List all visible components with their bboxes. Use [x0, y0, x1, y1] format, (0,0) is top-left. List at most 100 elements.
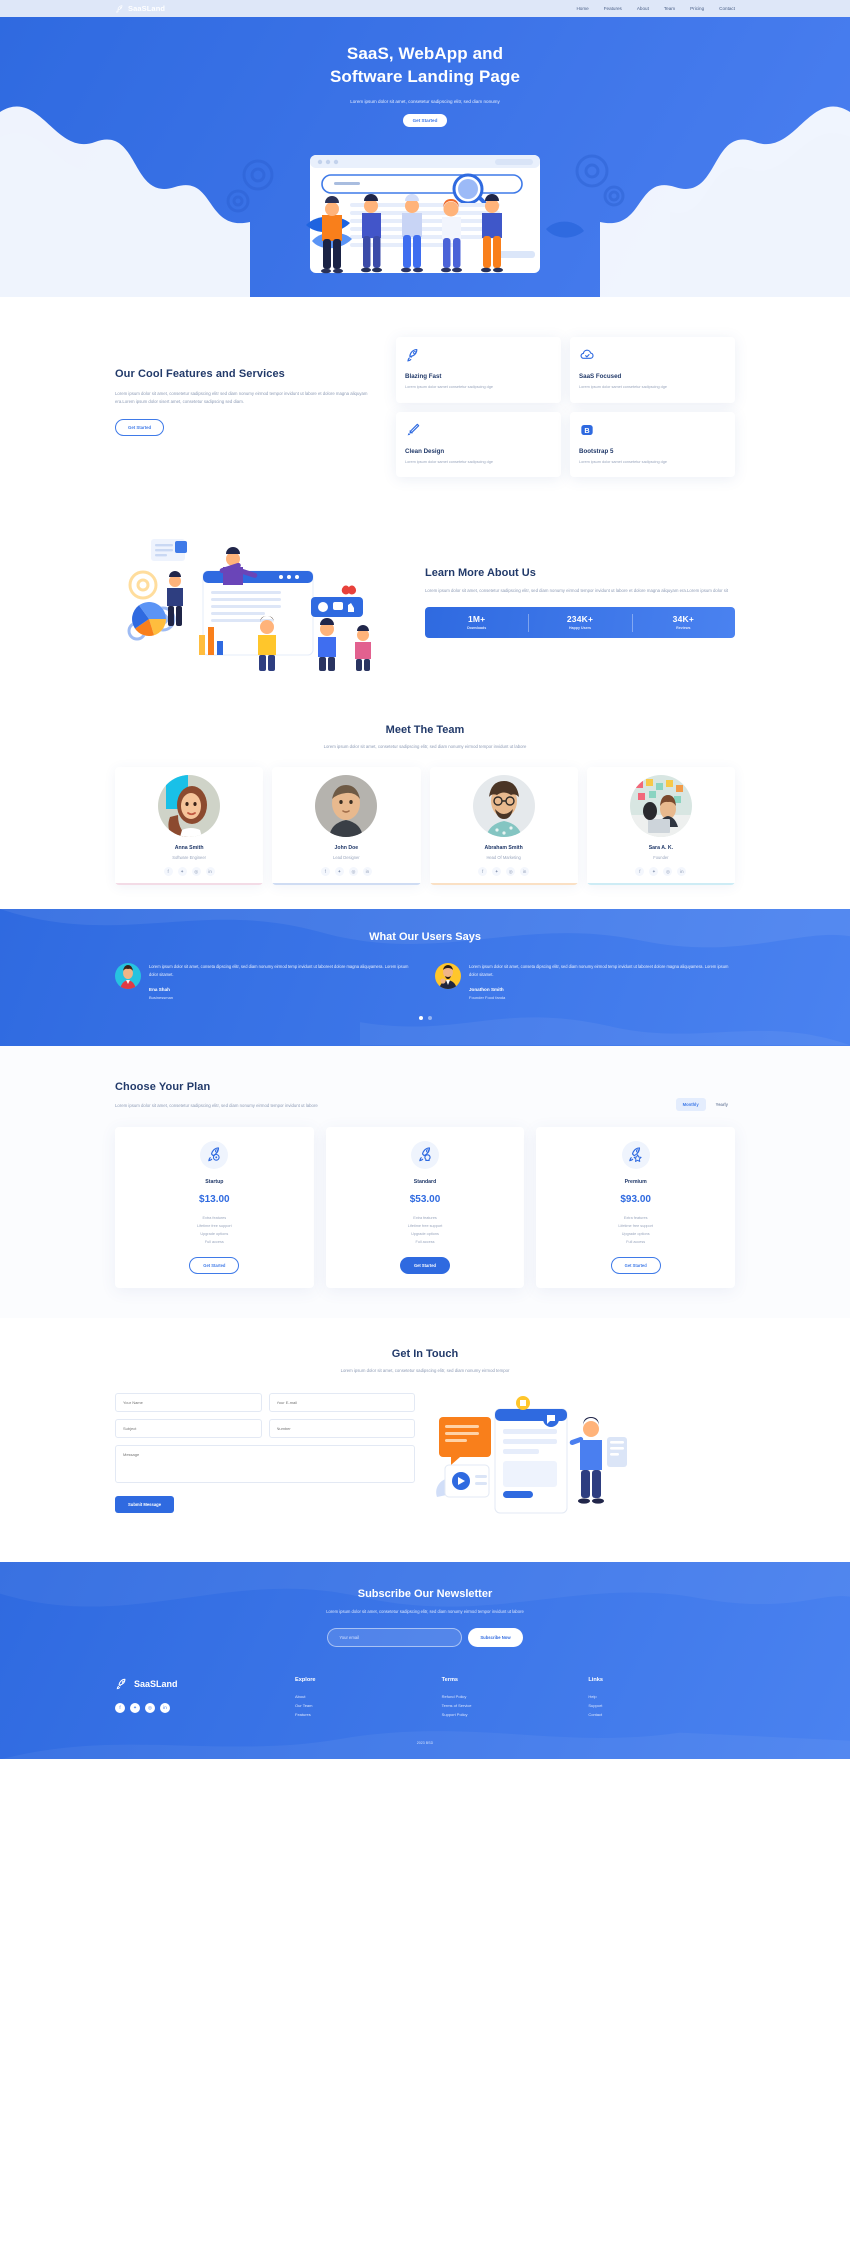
plan-name: Premium [624, 1178, 647, 1185]
number-input[interactable] [268, 1418, 415, 1438]
instagram-icon[interactable]: ◎ [145, 1702, 155, 1713]
team-member-card[interactable]: John Doe Lead Designer f ✦ ◎ in [272, 767, 421, 886]
plan-features: Extra features Lifetime free support Upg… [115, 1215, 314, 1247]
about-analytics-illustration [127, 539, 371, 672]
twitter-icon[interactable]: ✦ [130, 1702, 140, 1713]
plan-get-started-button[interactable]: Get Started [399, 1256, 451, 1274]
team-member-card[interactable]: Anna Smith Software Engineer f ✦ ◎ in [115, 767, 264, 886]
member-name: Abraham Smith [484, 845, 523, 852]
feature-title: SaaS Focused [579, 373, 622, 380]
nav-link-pricing[interactable]: Pricing [690, 6, 704, 11]
pricing-plan-card[interactable]: Startup $13.00 Extra features Lifetime f… [115, 1126, 314, 1288]
linkedin-icon[interactable]: in [160, 1702, 170, 1713]
avatar [472, 775, 535, 838]
pagination-dot-2[interactable] [427, 1015, 432, 1020]
instagram-icon[interactable]: ◎ [506, 867, 516, 877]
brand-logo-link[interactable]: SaaSLand [115, 4, 165, 14]
footer-brand-link[interactable]: SaaSLand [115, 1677, 295, 1691]
subject-input[interactable] [115, 1418, 262, 1438]
person-yellow-center [258, 616, 276, 672]
plan-price: $53.00 [409, 1193, 441, 1205]
facebook-icon[interactable]: f [320, 867, 330, 877]
subscribe-now-button[interactable]: Subscribe Now [468, 1627, 523, 1647]
testimonial-role: Founder Food fanda [469, 994, 506, 1000]
nav-link-about[interactable]: About [637, 6, 649, 11]
footer-link[interactable]: Support Policy [442, 1710, 589, 1719]
newsletter-email-input[interactable] [327, 1627, 463, 1647]
linkedin-icon[interactable]: in [205, 867, 215, 877]
member-role: Lead Designer [333, 855, 360, 861]
newsletter-block: Subscribe Our Newsletter Lorem ipsum dol… [115, 1588, 735, 1647]
footer-link[interactable]: Terms of Service [442, 1701, 589, 1710]
pagination-dot-1[interactable] [418, 1015, 423, 1020]
feature-title: Blazing Fast [405, 373, 442, 380]
footer-link[interactable]: About [295, 1692, 442, 1701]
footer-link[interactable]: Our Team [295, 1701, 442, 1710]
hero-title-line-2: Software Landing Page [329, 66, 521, 86]
footer-link[interactable]: Help [588, 1692, 735, 1701]
instagram-icon[interactable]: ◎ [663, 867, 673, 877]
stat-value: 34K+ [672, 614, 694, 625]
paint-brush-icon [407, 423, 420, 435]
footer-link[interactable]: Features [295, 1710, 442, 1719]
email-input[interactable] [268, 1392, 415, 1412]
about-title: Learn More About Us [425, 567, 536, 580]
name-input[interactable] [115, 1392, 262, 1412]
footer-link[interactable]: Support [588, 1701, 735, 1710]
twitter-icon[interactable]: ✦ [649, 867, 659, 877]
features-text: Lorem ipsum dolor sit amet, consetetur s… [115, 390, 368, 405]
instagram-icon[interactable]: ◎ [348, 867, 358, 877]
cloud-check-icon [580, 349, 594, 359]
linkedin-icon[interactable]: in [677, 867, 687, 877]
feature-title: Clean Design [405, 447, 445, 455]
feature-card[interactable]: SaaS Focused Lorem ipsum dolor samet con… [570, 337, 735, 403]
nav-link-features[interactable]: Features [604, 6, 622, 11]
features-get-started-button[interactable]: Get Started [115, 418, 165, 436]
stat-value: 1M+ [467, 614, 486, 625]
team-card-accent [586, 883, 735, 886]
linkedin-icon[interactable]: in [362, 867, 372, 877]
plan-get-started-button[interactable]: Get Started [610, 1256, 661, 1274]
feature-card[interactable]: B Bootstrap 5 Lorem ipsum dolor samet co… [570, 411, 735, 478]
submit-message-button[interactable]: Submit Message [115, 1495, 175, 1513]
team-member-card[interactable]: Sara A. K. Founder f ✦ ◎ in [586, 767, 735, 886]
features-intro: Our Cool Features and Services Lorem ips… [115, 337, 370, 436]
twitter-icon[interactable]: ✦ [334, 867, 344, 877]
message-textarea[interactable] [115, 1444, 415, 1483]
feature-card[interactable]: Clean Design Lorem ipsum dolor samet con… [396, 411, 561, 478]
twitter-icon[interactable]: ✦ [492, 867, 502, 877]
hero-illustration [0, 133, 850, 283]
twitter-icon[interactable]: ✦ [177, 867, 187, 877]
testimonial-name: Ena Shah [149, 986, 170, 992]
footer-link[interactable]: Contact [588, 1710, 735, 1719]
feature-card[interactable]: Blazing Fast Lorem ipsum dolor samet con… [396, 337, 561, 403]
plan-feature: Upgrade options [411, 1231, 439, 1236]
plan-get-started-button[interactable]: Get Started [189, 1256, 240, 1274]
hero-title-line-1: SaaS, WebApp and [346, 44, 504, 63]
pricing-plan-card[interactable]: Standard $53.00 Extra features Lifetime … [325, 1126, 525, 1288]
footer-section: Subscribe Our Newsletter Lorem ipsum dol… [0, 1561, 850, 1760]
hero-get-started-button[interactable]: Get Started [402, 114, 448, 128]
pricing-plan-card[interactable]: Premium $93.00 Extra features Lifetime f… [536, 1126, 736, 1288]
plan-features: Extra features Lifetime free support Upg… [326, 1215, 525, 1247]
facebook-icon[interactable]: f [115, 1702, 125, 1713]
facebook-icon[interactable]: f [635, 867, 645, 877]
avatar-abraham-smith [472, 775, 535, 838]
footer-link[interactable]: Refund Policy [442, 1692, 589, 1701]
toggle-monthly[interactable]: Monthly [675, 1097, 706, 1111]
nav-link-home[interactable]: Home [576, 6, 588, 11]
toggle-yearly[interactable]: Yearly [709, 1098, 735, 1111]
contact-title: Get In Touch [391, 1347, 459, 1360]
facebook-icon[interactable]: f [163, 867, 173, 877]
instagram-icon[interactable]: ◎ [191, 867, 201, 877]
plan-feature: Full access [626, 1239, 646, 1244]
team-member-card[interactable]: Abraham Smith Head Of Marketing f ✦ ◎ in [429, 767, 578, 886]
facebook-icon[interactable]: f [478, 867, 488, 877]
nav-link-contact[interactable]: Contact [719, 6, 735, 11]
stat-label: Downloads [467, 626, 487, 631]
nav-link-team[interactable]: Team [664, 6, 675, 11]
plan-feature: Lifetime free support [197, 1223, 232, 1228]
footer-column-title: Links [588, 1676, 603, 1683]
plan-feature: Extra features [413, 1215, 437, 1220]
linkedin-icon[interactable]: in [520, 867, 530, 877]
